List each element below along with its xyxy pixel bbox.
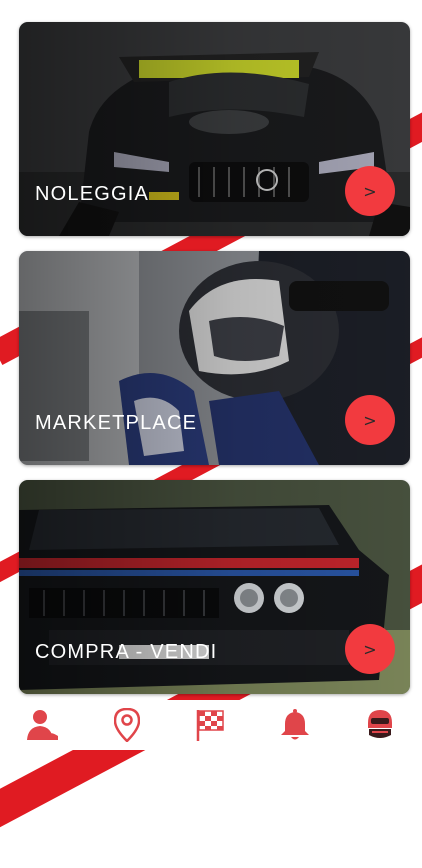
bell-icon	[281, 709, 310, 740]
tab-location[interactable]	[102, 704, 152, 746]
user-icon	[27, 710, 59, 740]
card-marketplace[interactable]: MARKETPLACE >	[19, 251, 410, 465]
driver-helmet-icon	[367, 710, 392, 738]
go-button[interactable]: >	[345, 624, 395, 674]
go-button[interactable]: >	[345, 395, 395, 445]
bottom-tab-bar	[0, 700, 422, 750]
card-noleggia[interactable]: NOLEGGIA >	[19, 22, 410, 236]
go-button[interactable]: >	[345, 166, 395, 216]
tab-profile[interactable]	[17, 704, 67, 746]
card-label: MARKETPLACE	[35, 412, 198, 434]
card-label: COMPRA - VENDI	[35, 641, 218, 663]
tab-racing[interactable]	[186, 704, 236, 746]
card-compra-vendi[interactable]: COMPRA - VENDI >	[19, 480, 410, 694]
tab-driver[interactable]	[355, 704, 405, 746]
checkered-flag-icon	[196, 710, 224, 741]
tab-notifications[interactable]	[270, 704, 320, 746]
location-pin-icon	[113, 708, 140, 742]
card-label: NOLEGGIA	[35, 183, 150, 205]
